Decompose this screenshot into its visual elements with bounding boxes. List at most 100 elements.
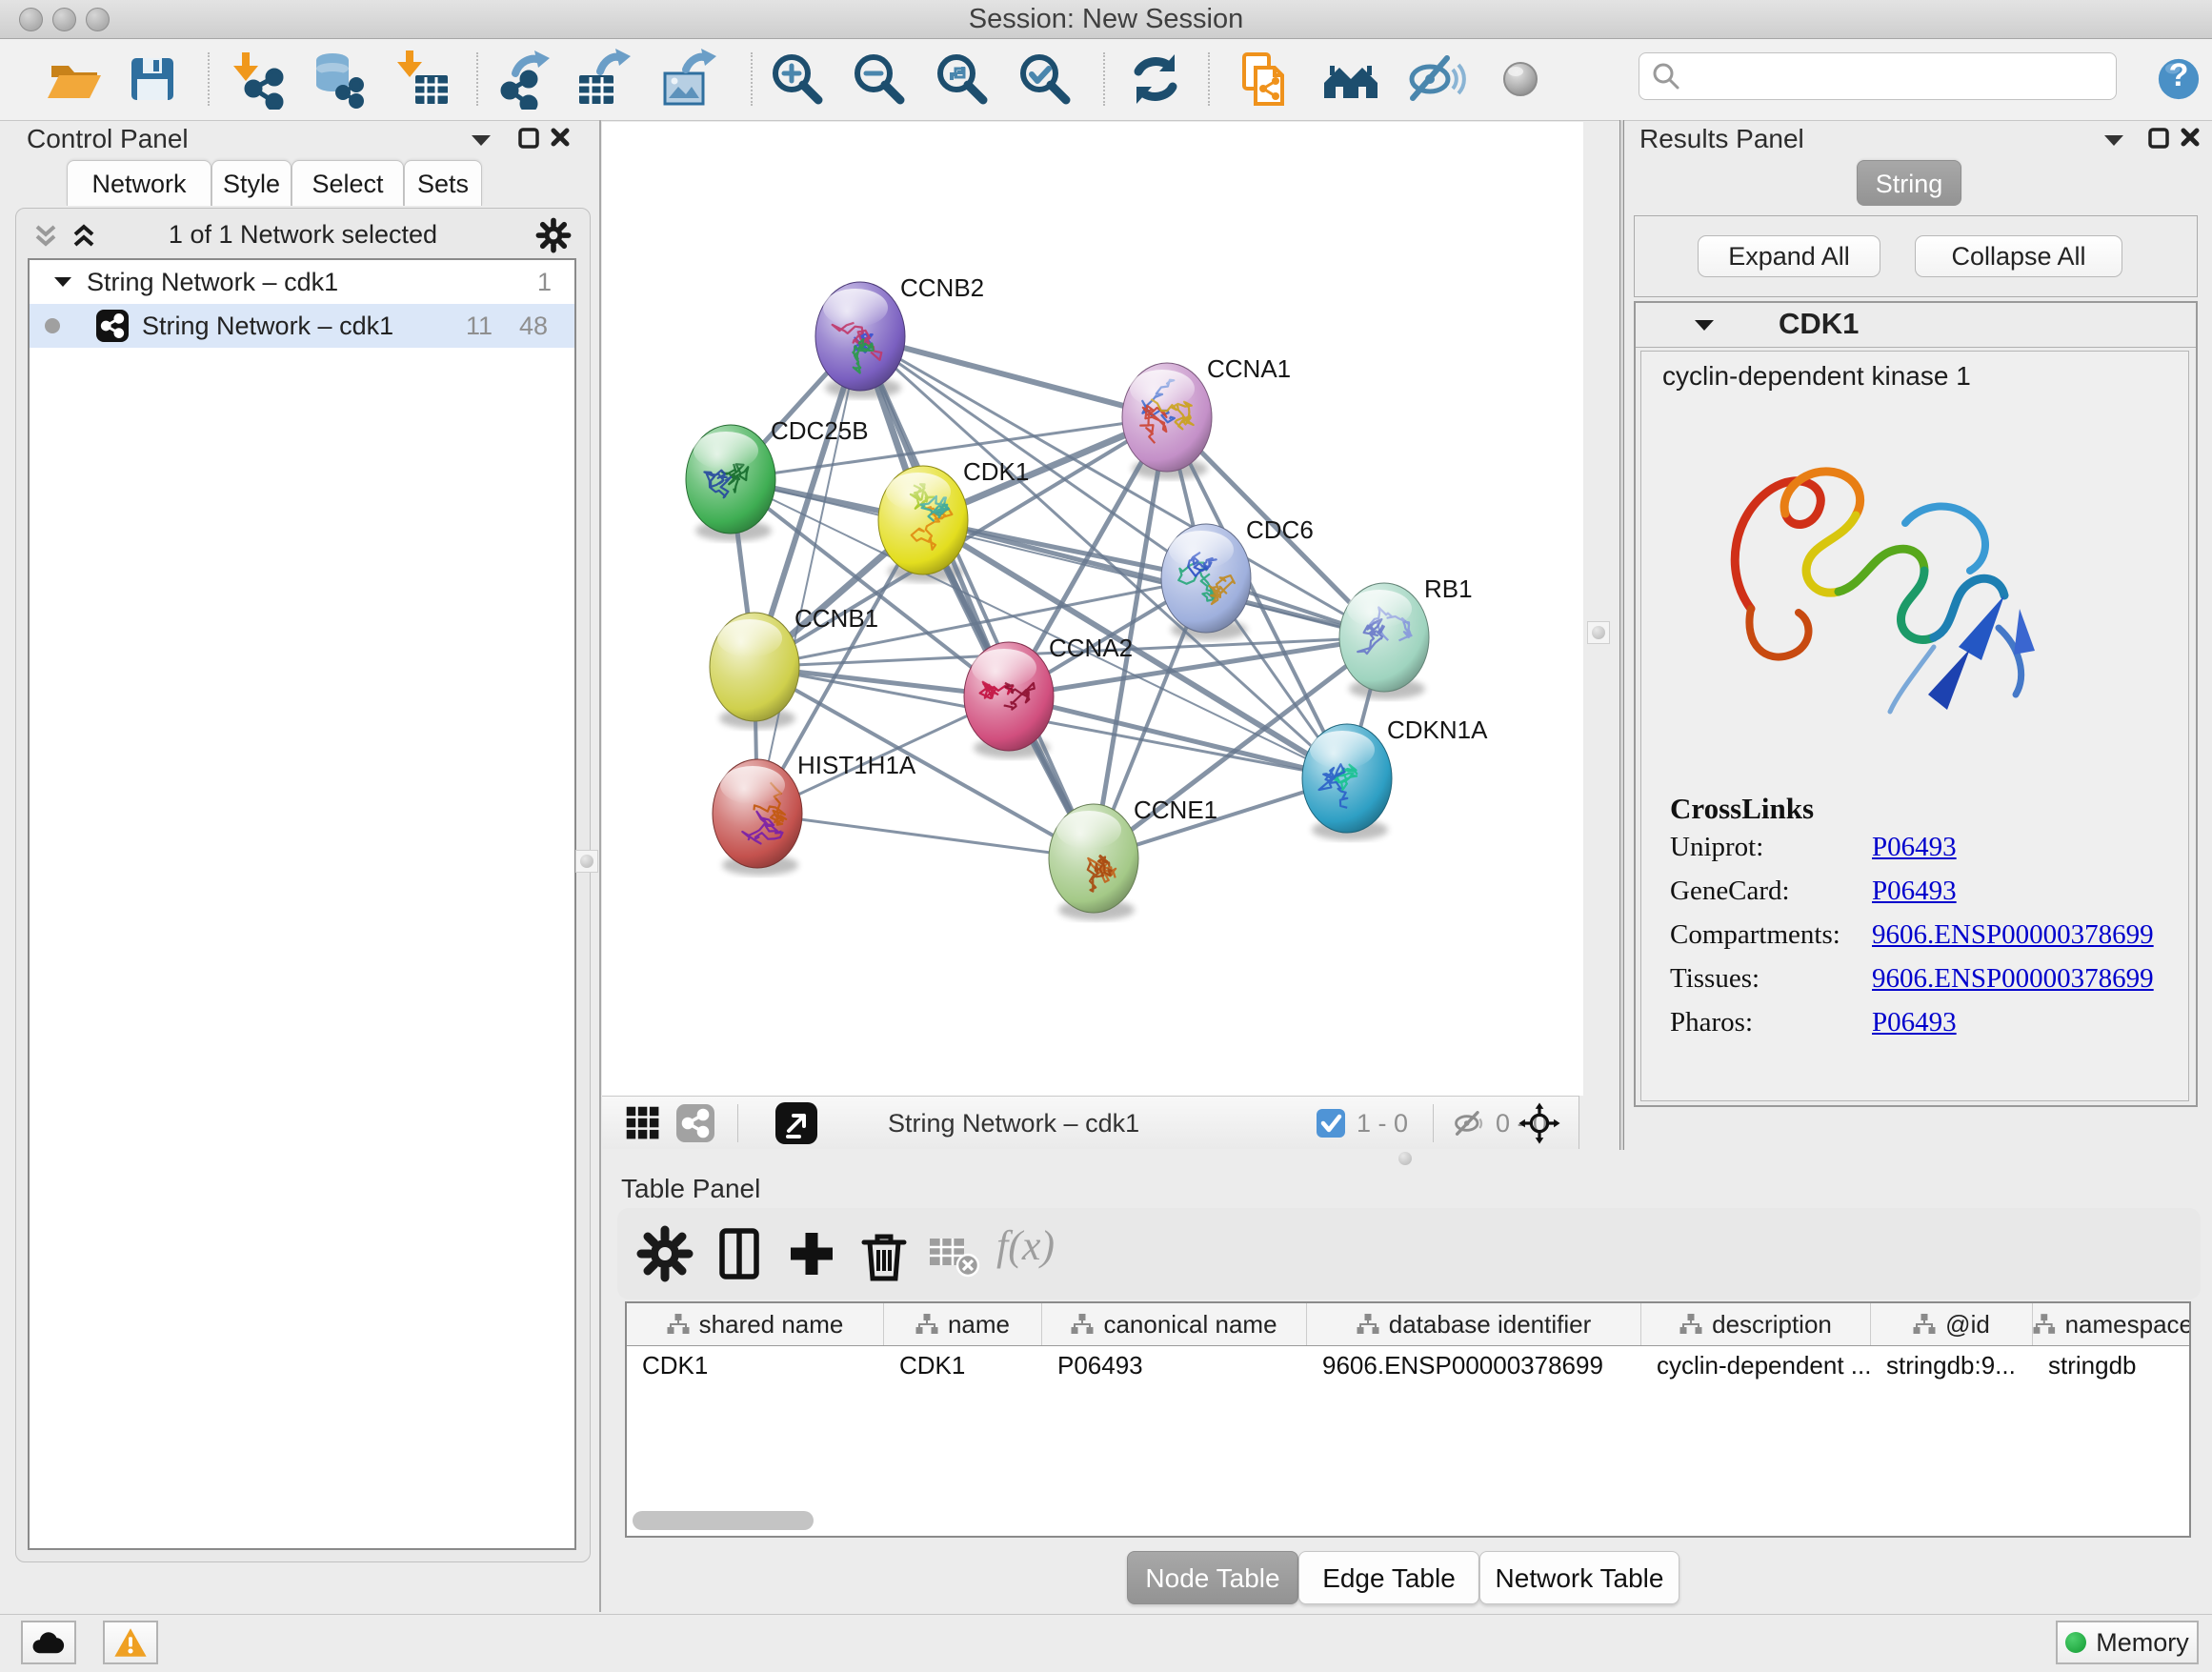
column-type-icon (915, 1314, 938, 1335)
float-panel-icon[interactable] (2148, 128, 2169, 149)
open-session-icon[interactable] (44, 49, 105, 110)
selected-counts: 1 - 0 (1357, 1097, 1408, 1150)
gene-collapse-caret-icon[interactable] (1695, 319, 1714, 332)
export-network-icon[interactable] (493, 49, 553, 110)
crosslink-row: Pharos: P06493 (1641, 1007, 2190, 1051)
close-panel-icon[interactable] (2181, 128, 2200, 147)
help-icon[interactable]: ? (2155, 55, 2202, 103)
network-panel-body: 1 of 1 Network selected String Network –… (15, 208, 591, 1562)
column-label: namespace (2065, 1310, 2191, 1340)
network-collection-row[interactable]: String Network – cdk1 1 (30, 260, 574, 304)
network-node-CDC25B (686, 425, 775, 534)
tab-sets[interactable]: Sets (404, 160, 482, 206)
horizontal-splitter-handle[interactable] (1395, 1148, 1416, 1169)
right-splitter-handle[interactable] (1587, 621, 1610, 644)
svg-text:CDC6: CDC6 (1246, 515, 1314, 544)
share-view-icon[interactable] (676, 1104, 714, 1142)
selected-checkbox-icon[interactable] (1317, 1109, 1345, 1138)
cloud-icon (30, 1629, 68, 1656)
crosslink-link[interactable]: P06493 (1872, 1007, 1957, 1038)
table-horizontal-scrollbar[interactable] (633, 1511, 814, 1530)
export-table-icon[interactable] (573, 49, 634, 110)
horizontal-splitter[interactable] (602, 1150, 2212, 1168)
add-column-icon[interactable] (781, 1223, 842, 1284)
table-row[interactable]: CDK1 CDK1 P06493 9606.ENSP00000378699 cy… (627, 1346, 2189, 1384)
crosslink-link[interactable]: P06493 (1872, 876, 1957, 907)
column-header-name[interactable]: name (884, 1303, 1042, 1345)
import-network-icon[interactable] (229, 49, 290, 110)
clone-network-icon[interactable] (1235, 49, 1296, 110)
fit-selected-crosshair-icon[interactable] (1518, 1101, 1561, 1145)
warning-status-button[interactable] (103, 1621, 158, 1664)
gene-section-header[interactable]: CDK1 (1636, 303, 2196, 348)
column-header-database-identifier[interactable]: database identifier (1307, 1303, 1641, 1345)
network-canvas[interactable]: CCNB2CCNA1CDC25BCDK1CDC6RB1CCNB1CCNA2CDK… (602, 122, 1583, 1096)
tab-edge-table[interactable]: Edge Table (1298, 1551, 1479, 1604)
network-row-selected[interactable]: String Network – cdk1 11 48 (30, 304, 574, 348)
import-table-icon[interactable] (392, 49, 453, 110)
open-in-window-icon[interactable] (775, 1102, 817, 1144)
zoom-fit-icon[interactable] (932, 49, 993, 110)
show-panel-sphere-icon[interactable] (1490, 49, 1551, 110)
delete-column-trash-icon[interactable] (854, 1223, 915, 1284)
column-header-shared-name[interactable]: shared name (627, 1303, 884, 1345)
svg-text:CCNA2: CCNA2 (1049, 634, 1133, 662)
column-header-namespace[interactable]: namespace (2033, 1303, 2191, 1345)
left-splitter[interactable] (599, 120, 601, 1612)
status-bar: Memory (0, 1614, 2212, 1672)
crosslink-link[interactable]: P06493 (1872, 832, 1957, 863)
crosslinks-list: Uniprot: P06493 GeneCard: P06493 Compart… (1641, 832, 2190, 1051)
show-columns-icon[interactable] (709, 1223, 770, 1284)
hide-results-eye-slash-icon[interactable] (1405, 49, 1466, 110)
main-toolbar: ? (0, 39, 2212, 121)
column-header-canonical-name[interactable]: canonical name (1042, 1303, 1307, 1345)
delete-table-icon[interactable] (922, 1223, 983, 1284)
import-database-icon[interactable] (309, 49, 370, 110)
cloud-status-button[interactable] (21, 1621, 76, 1664)
column-header-id[interactable]: @id (1871, 1303, 2033, 1345)
tab-select[interactable]: Select (292, 160, 404, 206)
tab-style[interactable]: Style (211, 160, 292, 206)
left-splitter-handle[interactable] (575, 850, 598, 873)
network-panel-gear-icon[interactable] (534, 216, 573, 254)
collection-collapse-caret-icon[interactable] (54, 276, 71, 288)
panel-menu-caret-icon[interactable] (2103, 133, 2124, 147)
network-node-CCNE1 (1049, 804, 1138, 913)
svg-text:HIST1H1A: HIST1H1A (797, 751, 916, 779)
grid-view-icon[interactable] (625, 1105, 661, 1141)
crosslinks-heading: CrossLinks (1670, 792, 1814, 826)
window-title: Session: New Session (0, 0, 2212, 38)
crosslink-link[interactable]: 9606.ENSP00000378699 (1872, 919, 2154, 951)
function-builder-icon[interactable]: f(x) (996, 1221, 1055, 1270)
tab-network[interactable]: Network (67, 160, 211, 206)
column-header-description[interactable]: description (1641, 1303, 1871, 1345)
search-input[interactable] (1689, 57, 2102, 95)
cell-shared-name: CDK1 (627, 1346, 884, 1384)
save-session-icon[interactable] (122, 49, 183, 110)
zoom-out-icon[interactable] (849, 49, 910, 110)
export-image-icon[interactable] (657, 49, 718, 110)
expand-all-button[interactable]: Expand All (1698, 235, 1880, 277)
network-type-share-icon (96, 310, 129, 342)
tab-string[interactable]: String (1857, 160, 1961, 206)
refresh-styles-icon[interactable] (1125, 49, 1186, 110)
results-gene-section: CDK1 cyclin-dependent kinase 1 (1634, 301, 2198, 1107)
crosslink-link[interactable]: 9606.ENSP00000378699 (1872, 963, 2154, 995)
cell-database-identifier: 9606.ENSP00000378699 (1307, 1346, 1641, 1384)
collapse-all-button[interactable]: Collapse All (1915, 235, 2122, 277)
string-home-icon[interactable] (1320, 49, 1381, 110)
tab-network-table[interactable]: Network Table (1479, 1551, 1679, 1604)
column-label: shared name (699, 1310, 844, 1340)
float-panel-icon[interactable] (518, 128, 539, 149)
panel-menu-caret-icon[interactable] (471, 133, 492, 147)
tab-node-table[interactable]: Node Table (1127, 1551, 1298, 1604)
warning-icon (113, 1627, 148, 1658)
close-panel-icon[interactable] (551, 128, 570, 147)
hidden-eye-slash-icon[interactable] (1452, 1109, 1486, 1138)
gene-description: cyclin-dependent kinase 1 (1662, 361, 1971, 392)
table-settings-gear-icon[interactable] (634, 1223, 695, 1284)
table-toolbar: f(x) (617, 1208, 2201, 1299)
zoom-in-icon[interactable] (767, 49, 828, 110)
memory-button[interactable]: Memory (2056, 1621, 2199, 1664)
zoom-selected-icon[interactable] (1015, 49, 1076, 110)
